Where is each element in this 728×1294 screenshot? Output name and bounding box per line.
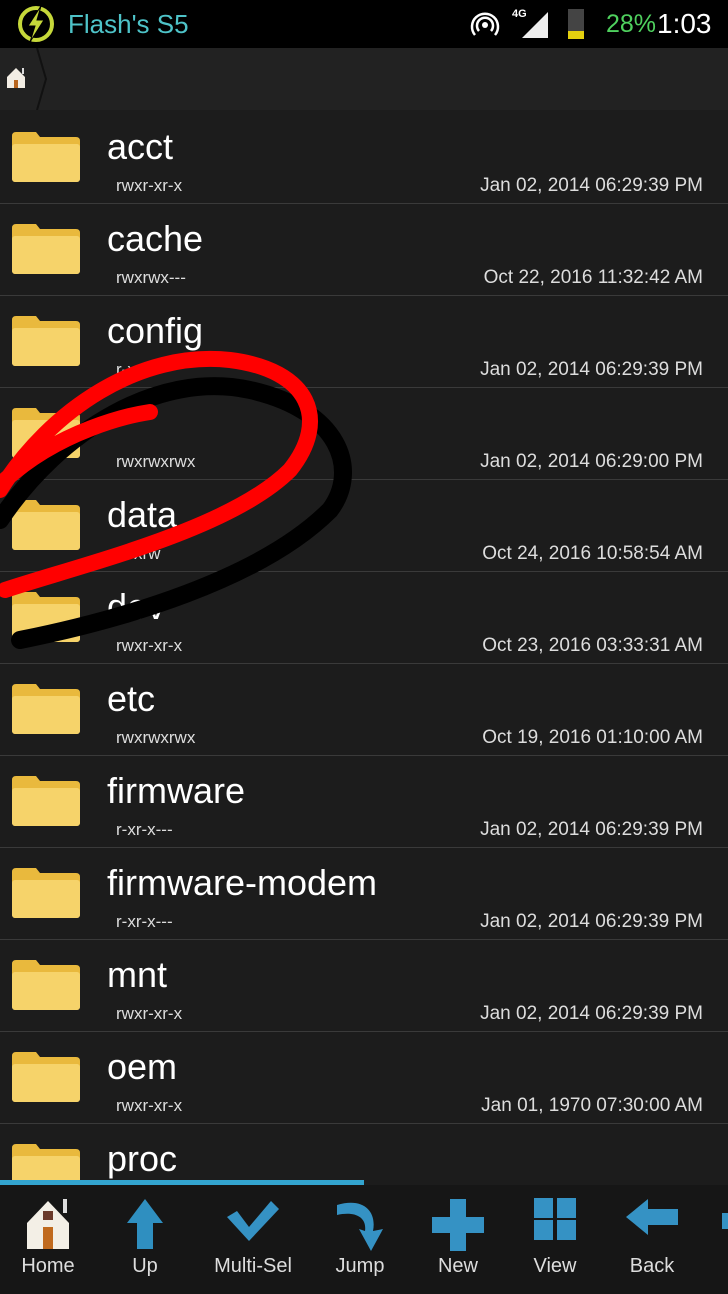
file-row[interactable]: mnt rwxr-xr-x Jan 02, 2014 06:29:39 PM xyxy=(0,940,728,1032)
file-row[interactable]: firmware r-xr-x--- Jan 02, 2014 06:29:39… xyxy=(0,756,728,848)
file-name: config xyxy=(107,310,204,351)
folder-icon xyxy=(12,960,80,1010)
file-row[interactable]: cache rwxrwx--- Oct 22, 2016 11:32:42 AM xyxy=(0,204,728,296)
file-name: data xyxy=(107,494,178,535)
file-name: proc xyxy=(107,1138,178,1179)
up-button[interactable]: Up xyxy=(97,1185,193,1285)
new-button[interactable]: New xyxy=(410,1185,506,1285)
file-date: Jan 02, 2014 06:29:39 PM xyxy=(480,175,703,196)
folder-icon xyxy=(12,1052,80,1102)
file-permissions: rwxr-xr-x xyxy=(116,176,183,195)
view-button[interactable]: View xyxy=(507,1185,603,1285)
battery-icon xyxy=(568,9,584,39)
jump-button[interactable]: Jump xyxy=(312,1185,408,1285)
file-name: acct xyxy=(107,126,174,167)
device-name: Flash's S5 xyxy=(68,9,189,39)
file-date: Oct 24, 2016 10:58:54 AM xyxy=(482,543,703,564)
file-permissions: rwxrw xyxy=(116,544,161,563)
file-row[interactable]: firmware-modem r-xr-x--- Jan 02, 2014 06… xyxy=(0,848,728,940)
file-name: firmware xyxy=(107,770,246,811)
folder-icon xyxy=(12,684,80,734)
file-date: Jan 01, 1970 07:30:00 AM xyxy=(481,1095,703,1116)
file-name: firmware-modem xyxy=(107,862,378,903)
folder-icon xyxy=(12,316,80,366)
folder-icon xyxy=(12,592,80,642)
file-row[interactable]: acct rwxr-xr-x Jan 02, 2014 06:29:39 PM xyxy=(0,112,728,204)
file-date: Jan 02, 2014 06:29:39 PM xyxy=(480,911,703,932)
file-date: Jan 02, 2014 06:29:39 PM xyxy=(480,359,703,380)
file-permissions: rwxr-xr-x xyxy=(116,1096,183,1115)
arrow-up-icon xyxy=(127,1199,163,1249)
folder-icon xyxy=(12,224,80,274)
breadcrumb xyxy=(0,48,728,110)
plus-icon xyxy=(432,1199,484,1251)
file-permissions: rwxrwx--- xyxy=(116,268,186,287)
file-date: Jan 02, 2014 06:29:39 PM xyxy=(480,1003,703,1024)
file-permissions: rwxrwxrwx xyxy=(116,452,196,471)
back-button[interactable]: Back xyxy=(604,1185,700,1285)
file-name: oem xyxy=(107,1046,178,1087)
arrow-left-icon xyxy=(626,1199,678,1235)
battery-percent: 28% xyxy=(606,10,657,38)
up-label: Up xyxy=(132,1255,158,1277)
file-permissions: rwxr-xr-x xyxy=(116,636,183,655)
folder-icon xyxy=(12,500,80,550)
file-row[interactable]: etc rwxrwxrwx Oct 19, 2016 01:10:00 AM xyxy=(0,664,728,756)
checkmark-icon xyxy=(227,1201,279,1241)
file-name: cache xyxy=(107,218,204,259)
file-date: Oct 23, 2016 03:33:31 AM xyxy=(482,635,703,656)
file-permissions: rwxrwxrwx xyxy=(116,728,196,747)
status-bar: Flash's S5 4G 28% 1:03 xyxy=(0,0,728,48)
clock: 1:03 xyxy=(657,8,712,39)
multi-select-button[interactable]: Multi-Sel xyxy=(205,1185,301,1285)
jump-label: Jump xyxy=(335,1255,385,1277)
signal-icon xyxy=(522,12,548,38)
file-name: etc xyxy=(107,678,156,719)
file-name: dev xyxy=(107,586,166,627)
file-name: mnt xyxy=(107,954,168,995)
folder-icon xyxy=(12,408,80,458)
home-icon xyxy=(27,1199,69,1249)
file-list[interactable]: acct rwxr-xr-x Jan 02, 2014 06:29:39 PM … xyxy=(0,112,728,1216)
hotspot-icon xyxy=(470,12,500,36)
home-icon[interactable] xyxy=(6,66,26,88)
breadcrumb-separator xyxy=(36,48,48,110)
jump-arrow-icon xyxy=(337,1202,383,1251)
file-date: Oct 19, 2016 01:10:00 AM xyxy=(482,727,703,748)
file-date: Jan 02, 2014 06:29:39 PM xyxy=(480,819,703,840)
file-row[interactable]: dev rwxr-xr-x Oct 23, 2016 03:33:31 AM xyxy=(0,572,728,664)
multi-select-label: Multi-Sel xyxy=(214,1255,292,1277)
folder-icon xyxy=(12,132,80,182)
more-toolbar-item[interactable] xyxy=(722,1213,728,1229)
bottom-toolbar: Home Up Multi-Sel Jump New View Back xyxy=(0,1185,728,1294)
file-row[interactable]: rwxrwxrwx Jan 02, 2014 06:29:00 PM xyxy=(0,388,728,480)
new-label: New xyxy=(437,1255,478,1277)
file-date: Oct 22, 2016 11:32:42 AM xyxy=(483,267,703,288)
file-permissions: r-xr-x--- xyxy=(116,912,173,931)
file-row[interactable]: oem rwxr-xr-x Jan 01, 1970 07:30:00 AM xyxy=(0,1032,728,1124)
file-permissions: r-x--- xyxy=(116,360,153,379)
folder-icon xyxy=(12,868,80,918)
view-label: View xyxy=(533,1255,577,1277)
file-permissions: rwxr-xr-x xyxy=(116,1004,183,1023)
home-button[interactable]: Home xyxy=(0,1185,96,1285)
file-date: Jan 02, 2014 06:29:00 PM xyxy=(480,451,703,472)
file-row[interactable]: data rwxrw Oct 24, 2016 10:58:54 AM xyxy=(0,480,728,572)
home-label: Home xyxy=(21,1255,75,1277)
file-permissions: r-xr-x--- xyxy=(116,820,173,839)
folder-icon xyxy=(12,776,80,826)
file-row[interactable]: config r-x--- Jan 02, 2014 06:29:39 PM xyxy=(0,296,728,388)
flash-logo-icon xyxy=(18,5,54,43)
grid-view-icon xyxy=(534,1198,576,1240)
back-label: Back xyxy=(629,1255,675,1277)
